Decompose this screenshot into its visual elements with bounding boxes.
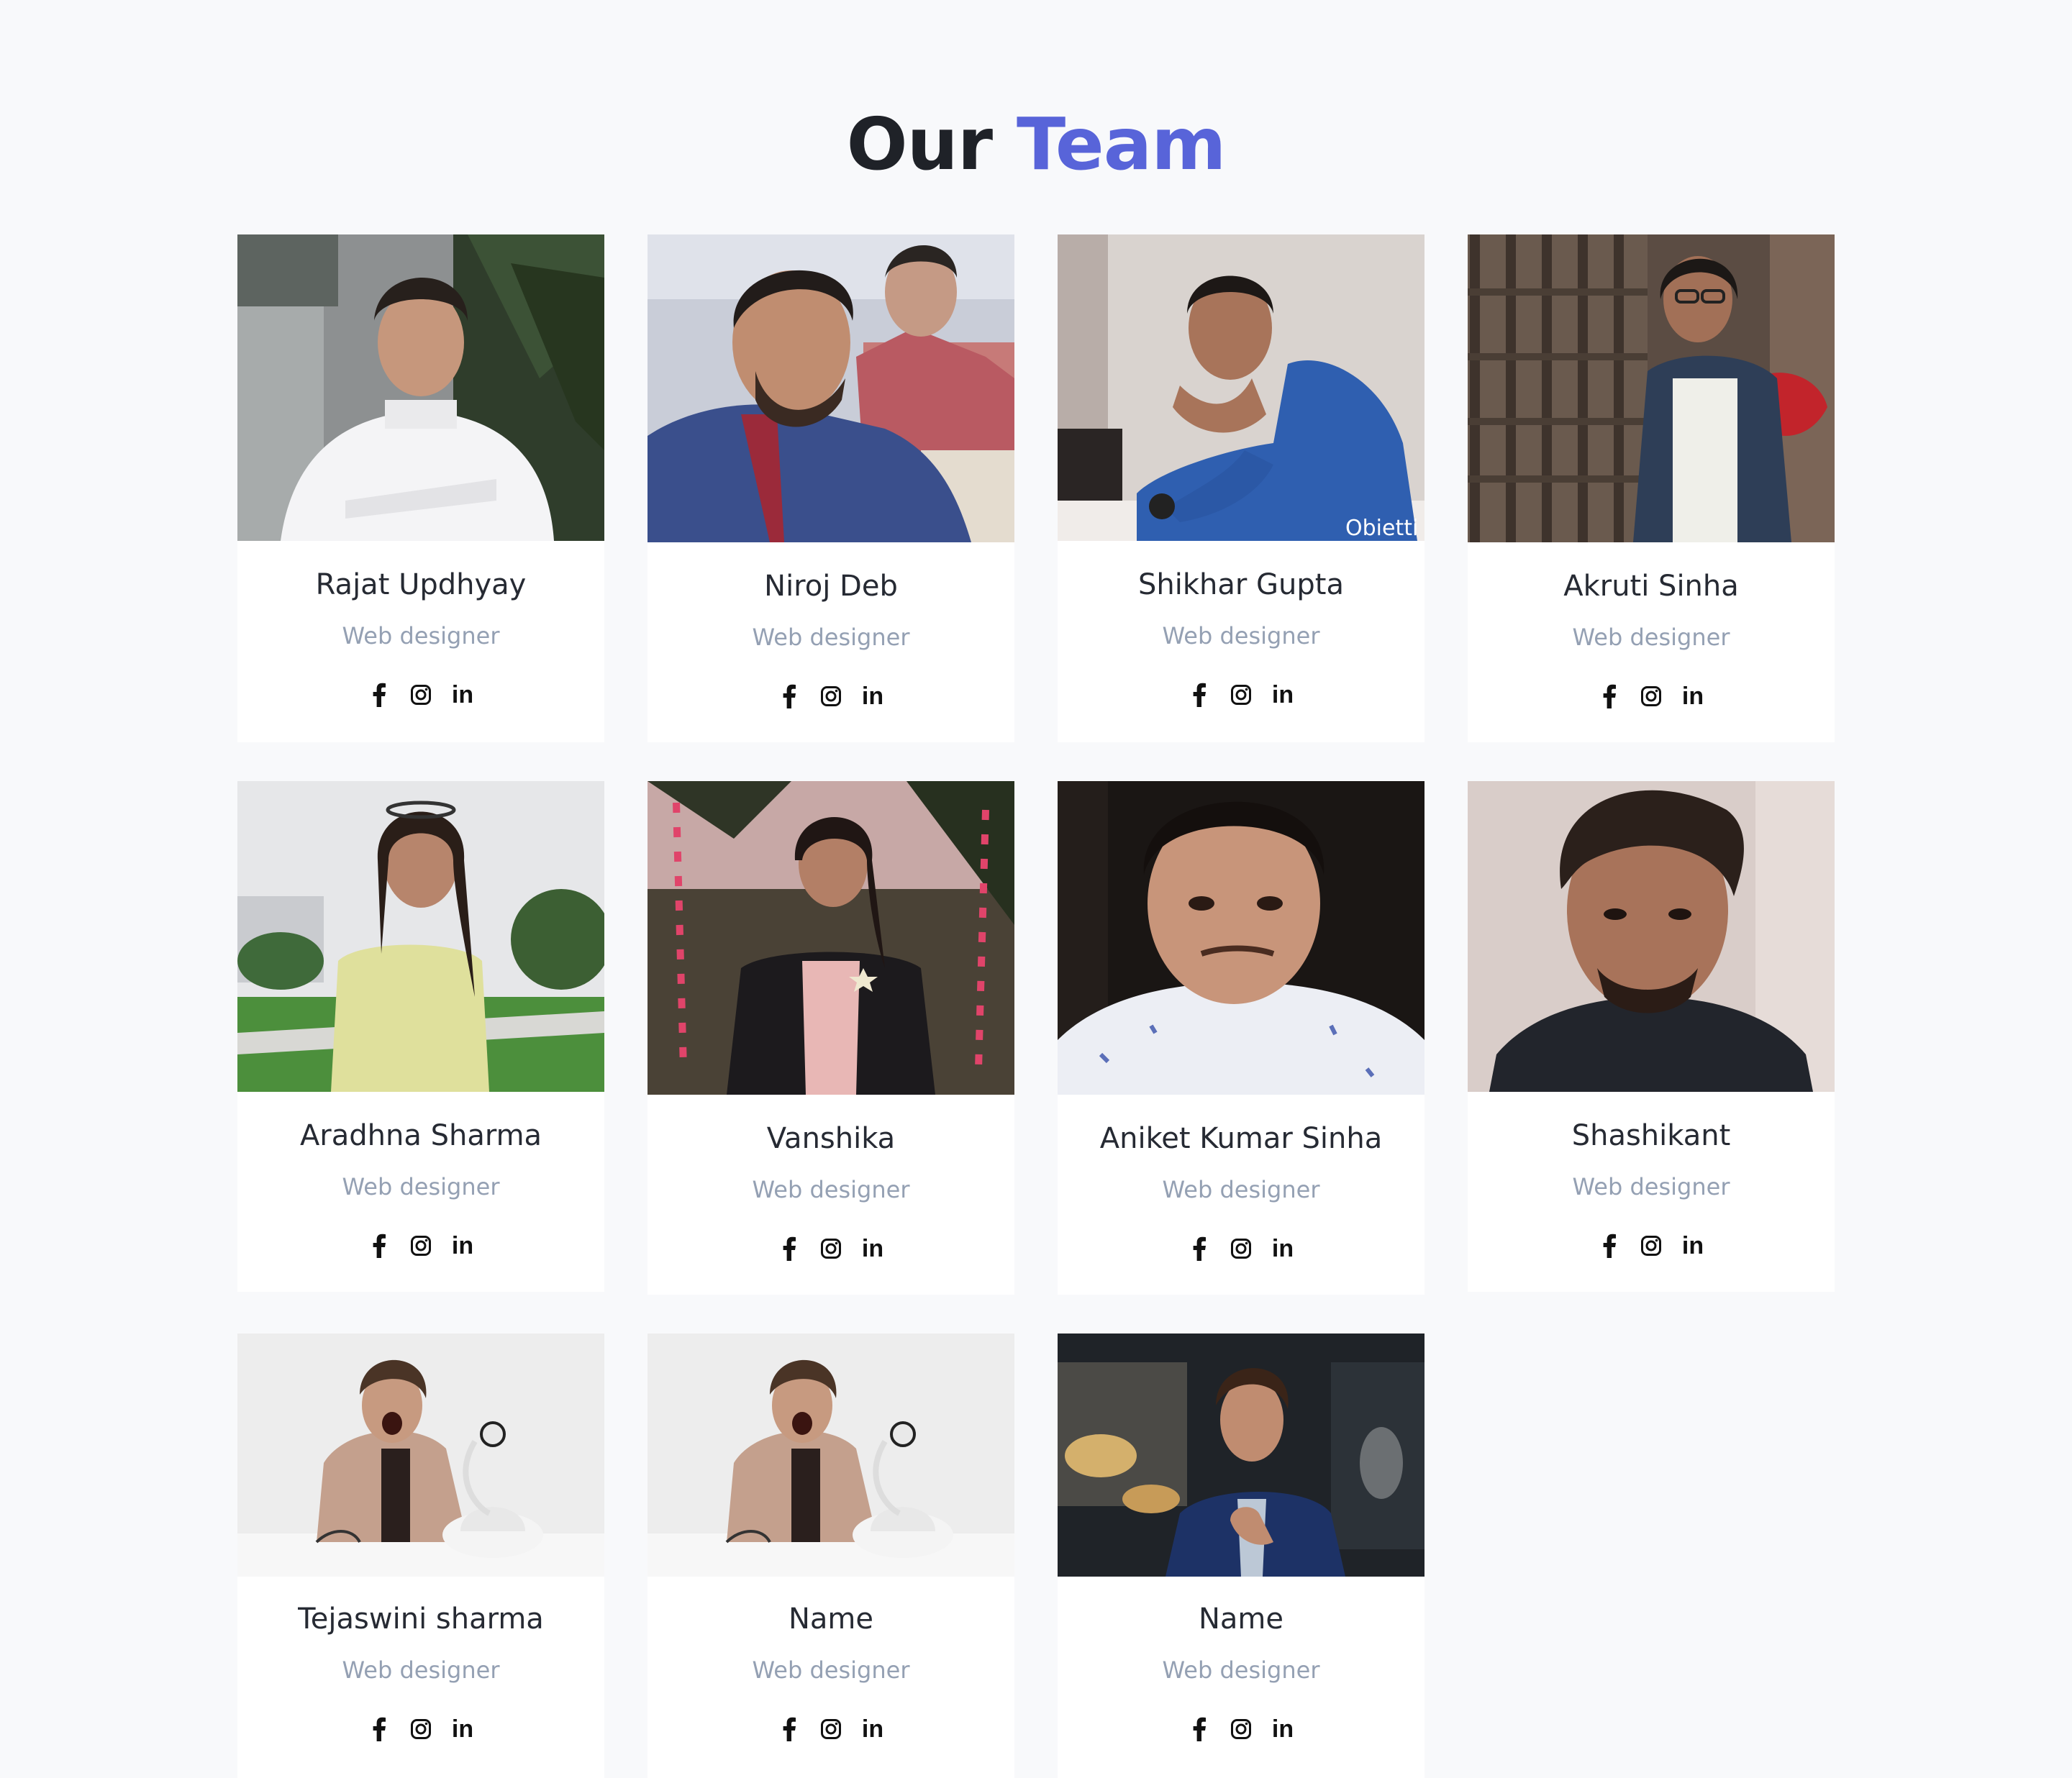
linkedin-icon[interactable]: in bbox=[860, 680, 886, 712]
instagram-icon[interactable] bbox=[1228, 1233, 1254, 1264]
member-role: Web designer bbox=[752, 1176, 910, 1203]
facebook-icon[interactable] bbox=[1186, 679, 1212, 711]
facebook-icon[interactable] bbox=[776, 1713, 802, 1745]
member-photo bbox=[1058, 1334, 1424, 1577]
social-links: in bbox=[1468, 1230, 1835, 1262]
member-photo bbox=[648, 1334, 1014, 1577]
member-photo bbox=[1058, 781, 1424, 1095]
title-word-team: Team bbox=[1016, 102, 1226, 186]
instagram-icon[interactable] bbox=[1228, 1713, 1254, 1745]
instagram-icon[interactable] bbox=[408, 1713, 434, 1745]
linkedin-icon[interactable]: in bbox=[450, 1713, 476, 1745]
facebook-icon[interactable] bbox=[366, 1230, 392, 1262]
instagram-icon[interactable] bbox=[818, 1233, 844, 1264]
member-name: Akruti Sinha bbox=[1563, 570, 1739, 603]
team-card: Aradhna Sharma Web designer in bbox=[237, 781, 604, 1292]
page-title: Our Team bbox=[0, 98, 2072, 191]
member-photo bbox=[237, 781, 604, 1092]
member-name: Rajat Updhyay bbox=[315, 568, 527, 601]
member-role: Web designer bbox=[752, 624, 910, 651]
linkedin-icon[interactable]: in bbox=[860, 1713, 886, 1745]
facebook-icon[interactable] bbox=[776, 680, 802, 712]
member-photo bbox=[237, 1334, 604, 1577]
linkedin-icon[interactable]: in bbox=[1680, 1230, 1706, 1262]
instagram-icon[interactable] bbox=[408, 679, 434, 711]
social-links: in bbox=[648, 680, 1014, 712]
member-name: Tejaswini sharma bbox=[298, 1603, 544, 1636]
facebook-icon[interactable] bbox=[1596, 680, 1622, 712]
member-role: Web designer bbox=[342, 622, 500, 649]
facebook-icon[interactable] bbox=[366, 1713, 392, 1745]
member-name: Shikhar Gupta bbox=[1138, 568, 1344, 601]
linkedin-icon[interactable]: in bbox=[1680, 680, 1706, 712]
member-name: Shashikant bbox=[1571, 1119, 1731, 1152]
team-card: Aniket Kumar Sinha Web designer in bbox=[1058, 781, 1424, 1295]
linkedin-icon[interactable]: in bbox=[1270, 679, 1296, 711]
linkedin-icon[interactable]: in bbox=[450, 679, 476, 711]
member-name: Niroj Deb bbox=[764, 570, 898, 603]
instagram-icon[interactable] bbox=[1638, 680, 1664, 712]
instagram-icon[interactable] bbox=[1638, 1230, 1664, 1262]
member-photo bbox=[1468, 781, 1835, 1092]
member-photo bbox=[648, 234, 1014, 542]
team-card: Name Web designer in bbox=[1058, 1334, 1424, 1778]
linkedin-icon[interactable]: in bbox=[450, 1230, 476, 1262]
member-role: Web designer bbox=[1162, 1176, 1320, 1203]
member-role: Web designer bbox=[1572, 1173, 1730, 1200]
social-links: in bbox=[237, 679, 604, 711]
social-links: in bbox=[1058, 1233, 1424, 1264]
member-name: Vanshika bbox=[766, 1122, 896, 1155]
member-name: Name bbox=[1198, 1603, 1283, 1636]
facebook-icon[interactable] bbox=[776, 1233, 802, 1264]
member-role: Web designer bbox=[1162, 622, 1320, 649]
member-role: Web designer bbox=[1162, 1656, 1320, 1684]
facebook-icon[interactable] bbox=[1186, 1233, 1212, 1264]
member-name: Name bbox=[788, 1603, 873, 1636]
team-card: Tejaswini sharma Web designer in bbox=[237, 1334, 604, 1778]
instagram-icon[interactable] bbox=[1228, 679, 1254, 711]
member-role: Web designer bbox=[752, 1656, 910, 1684]
team-card: Niroj Deb Web designer in bbox=[648, 234, 1014, 742]
social-links: in bbox=[237, 1713, 604, 1745]
team-card: Name Web designer in bbox=[648, 1334, 1014, 1778]
team-card: Shashikant Web designer in bbox=[1468, 781, 1835, 1292]
instagram-icon[interactable] bbox=[818, 680, 844, 712]
social-links: in bbox=[648, 1233, 1014, 1264]
social-links: in bbox=[1058, 679, 1424, 711]
photo-watermark: Obietti bbox=[1345, 516, 1418, 541]
facebook-icon[interactable] bbox=[366, 679, 392, 711]
member-name: Aniket Kumar Sinha bbox=[1099, 1122, 1383, 1155]
facebook-icon[interactable] bbox=[1596, 1230, 1622, 1262]
member-photo: Obietti bbox=[1058, 234, 1424, 541]
linkedin-icon[interactable]: in bbox=[1270, 1233, 1296, 1264]
member-role: Web designer bbox=[342, 1656, 500, 1684]
social-links: in bbox=[648, 1713, 1014, 1745]
team-card: Obietti Shikhar Gupta Web designer in bbox=[1058, 234, 1424, 742]
social-links: in bbox=[1058, 1713, 1424, 1745]
instagram-icon[interactable] bbox=[408, 1230, 434, 1262]
member-name: Aradhna Sharma bbox=[299, 1119, 542, 1152]
facebook-icon[interactable] bbox=[1186, 1713, 1212, 1745]
member-photo bbox=[648, 781, 1014, 1095]
member-photo bbox=[237, 234, 604, 541]
title-word-our: Our bbox=[846, 102, 994, 186]
instagram-icon[interactable] bbox=[818, 1713, 844, 1745]
linkedin-icon[interactable]: in bbox=[860, 1233, 886, 1264]
social-links: in bbox=[237, 1230, 604, 1262]
team-card: Rajat Updhyay Web designer in bbox=[237, 234, 604, 742]
team-card: Vanshika Web designer in bbox=[648, 781, 1014, 1295]
member-photo bbox=[1468, 234, 1835, 542]
team-card: Akruti Sinha Web designer in bbox=[1468, 234, 1835, 742]
linkedin-icon[interactable]: in bbox=[1270, 1713, 1296, 1745]
member-role: Web designer bbox=[342, 1173, 500, 1200]
member-role: Web designer bbox=[1572, 624, 1730, 651]
social-links: in bbox=[1468, 680, 1835, 712]
